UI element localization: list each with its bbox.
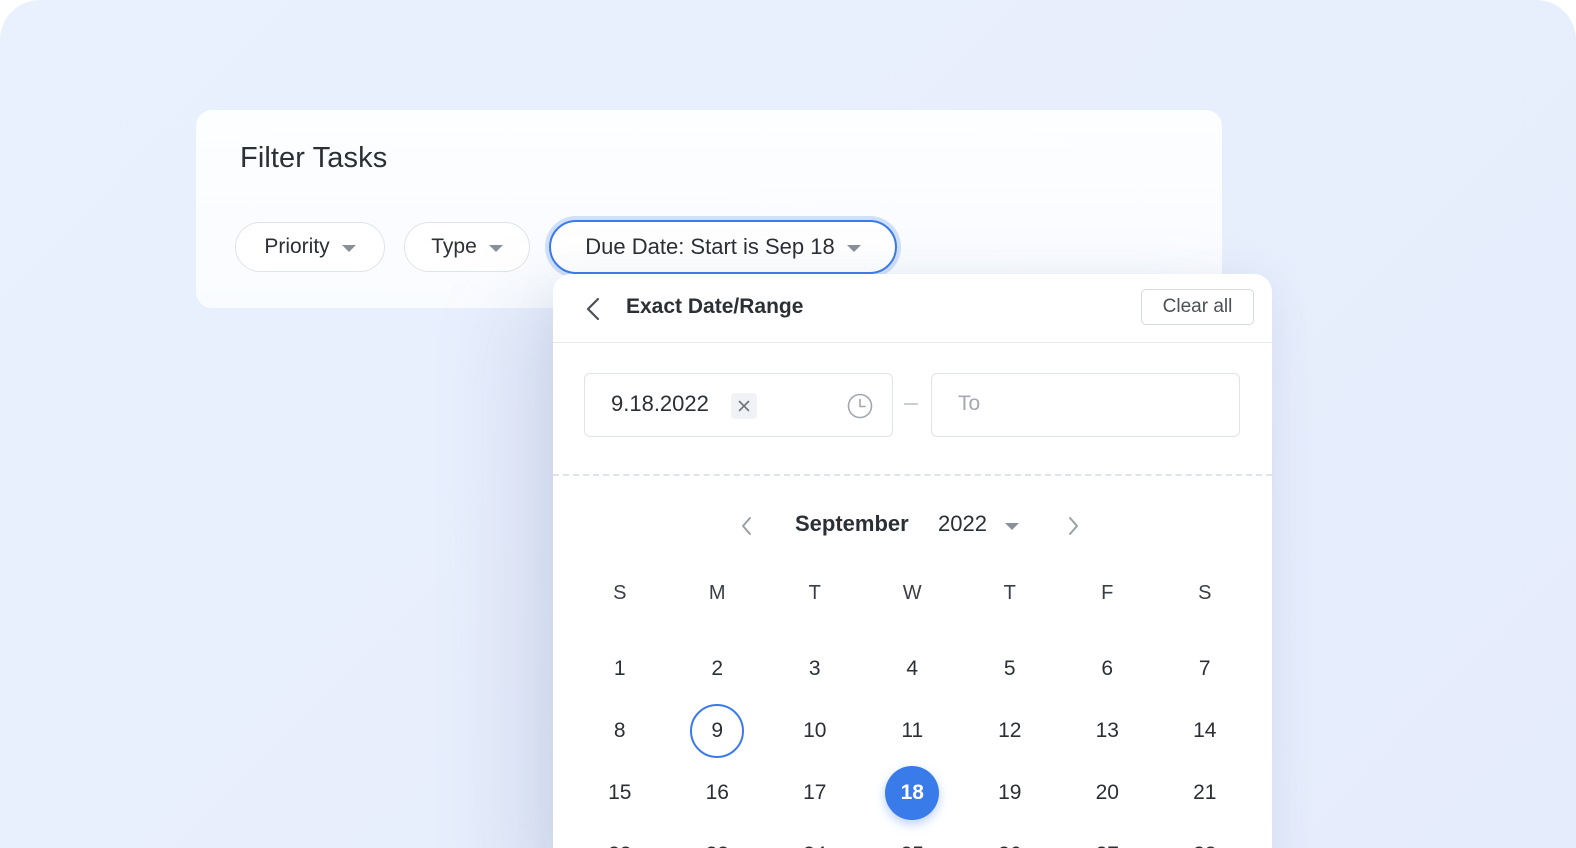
calendar-day[interactable]: 16 — [669, 766, 767, 820]
start-date-field[interactable]: 9.18.2022 — [584, 373, 893, 437]
calendar-day[interactable]: 12 — [961, 704, 1059, 758]
day-number: 12 — [998, 719, 1022, 742]
calendar-day[interactable]: 10 — [766, 704, 864, 758]
calendar-grid: S M T W T F S 1 2 3 4 5 6 7 8 9 10 11 12… — [571, 574, 1255, 848]
popover-title: Exact Date/Range — [626, 295, 804, 318]
close-icon[interactable] — [731, 393, 757, 419]
calendar-day[interactable]: 17 — [766, 766, 864, 820]
weekday-label: S — [613, 581, 627, 604]
weekday-label: M — [708, 581, 726, 604]
calendar-day[interactable]: 19 — [961, 766, 1059, 820]
calendar-day-selected[interactable]: 18 — [864, 766, 962, 820]
calendar-day[interactable]: 21 — [1156, 766, 1254, 820]
day-number: 5 — [1003, 657, 1016, 680]
weekday-label: F — [1101, 581, 1114, 604]
calendar-day-today[interactable]: 9 — [669, 704, 767, 758]
calendar-day[interactable]: 27 — [1059, 828, 1157, 848]
caret-down-icon — [488, 244, 503, 252]
calendar-day[interactable]: 24 — [766, 828, 864, 848]
chevron-left-icon[interactable] — [583, 296, 605, 322]
caret-down-icon — [846, 244, 861, 252]
calendar-day[interactable]: 23 — [669, 828, 767, 848]
day-number: 22 — [593, 828, 647, 848]
weekday-header: S M T W T F S — [571, 574, 1255, 612]
day-number: 6 — [1101, 657, 1114, 680]
calendar-day[interactable]: 11 — [864, 704, 962, 758]
day-number: 4 — [906, 657, 919, 680]
day-number: 2 — [711, 657, 724, 680]
day-number: 7 — [1198, 657, 1211, 680]
end-date-placeholder: To — [958, 392, 981, 415]
calendar-day[interactable]: 4 — [864, 642, 962, 696]
day-number: 14 — [1193, 719, 1217, 742]
end-date-field[interactable]: To — [931, 373, 1240, 437]
day-number: 3 — [808, 657, 821, 680]
start-date-value: 9.18.2022 — [611, 391, 709, 416]
due-date-filter-button[interactable]: Due Date: Start is Sep 18 — [549, 220, 897, 274]
month-selector[interactable]: September — [795, 511, 909, 537]
day-number: 10 — [803, 719, 827, 742]
clock-icon — [847, 393, 873, 419]
due-date-filter-label: Due Date: Start is Sep 18 — [585, 234, 835, 259]
page-title: Filter Tasks — [240, 142, 388, 174]
date-range-popover: Exact Date/Range Clear all 9.18.2022 To — [553, 274, 1272, 848]
calendar-day[interactable]: 8 — [571, 704, 669, 758]
popover-header: Exact Date/Range Clear all — [553, 274, 1272, 343]
calendar-day[interactable]: 2 — [669, 642, 767, 696]
clear-all-button[interactable]: Clear all — [1141, 289, 1254, 325]
calendar-week: 15 16 17 18 19 20 21 — [571, 762, 1255, 824]
calendar-week: 1 2 3 4 5 6 7 — [571, 638, 1255, 700]
day-number: 23 — [690, 828, 744, 848]
range-separator — [904, 403, 918, 405]
chevron-right-icon[interactable] — [1065, 515, 1081, 537]
day-number: 27 — [1080, 828, 1134, 848]
day-number: 8 — [613, 719, 626, 742]
day-number: 15 — [608, 781, 632, 804]
app-canvas: Filter Tasks Priority Type Due Date: Sta… — [0, 0, 1576, 848]
day-number: 11 — [901, 719, 924, 742]
day-number: 1 — [613, 657, 626, 680]
year-selector[interactable]: 2022 — [938, 511, 987, 537]
month-navigation: September 2022 — [553, 510, 1272, 542]
calendar-week: 8 9 10 11 12 13 14 — [571, 700, 1255, 762]
caret-down-icon[interactable] — [1005, 523, 1019, 530]
calendar-day[interactable]: 13 — [1059, 704, 1157, 758]
caret-down-icon — [341, 244, 356, 252]
weekday-label: W — [902, 581, 922, 604]
weekday-label: S — [1198, 581, 1212, 604]
calendar-day[interactable]: 5 — [961, 642, 1059, 696]
day-number: 16 — [705, 781, 729, 804]
type-filter-button[interactable]: Type — [404, 222, 530, 272]
calendar-week: 22 23 24 25 26 27 28 — [571, 824, 1255, 848]
day-number: 13 — [1095, 719, 1119, 742]
calendar-day[interactable]: 15 — [571, 766, 669, 820]
day-number: 24 — [788, 828, 842, 848]
day-number: 17 — [803, 781, 827, 804]
calendar-day[interactable]: 25 — [864, 828, 962, 848]
day-number: 25 — [885, 828, 939, 848]
calendar-day[interactable]: 7 — [1156, 642, 1254, 696]
priority-filter-button[interactable]: Priority — [235, 222, 385, 272]
calendar-day[interactable]: 28 — [1156, 828, 1254, 848]
calendar-day[interactable]: 26 — [961, 828, 1059, 848]
priority-filter-label: Priority — [264, 235, 330, 258]
weekday-label: T — [808, 581, 821, 604]
calendar-day[interactable]: 1 — [571, 642, 669, 696]
day-number: 26 — [983, 828, 1037, 848]
dashed-divider — [553, 474, 1272, 476]
calendar-day[interactable]: 14 — [1156, 704, 1254, 758]
today-day-number: 9 — [690, 704, 745, 758]
selected-day-number: 18 — [885, 766, 940, 820]
day-number: 20 — [1095, 781, 1119, 804]
calendar-day[interactable]: 20 — [1059, 766, 1157, 820]
calendar-day[interactable]: 3 — [766, 642, 864, 696]
type-filter-label: Type — [431, 235, 477, 258]
weekday-label: T — [1003, 581, 1016, 604]
calendar-day[interactable]: 22 — [571, 828, 669, 848]
chevron-left-icon[interactable] — [739, 515, 755, 537]
calendar-day[interactable]: 6 — [1059, 642, 1157, 696]
day-number: 28 — [1178, 828, 1232, 848]
day-number: 19 — [998, 781, 1022, 804]
day-number: 21 — [1193, 781, 1217, 804]
